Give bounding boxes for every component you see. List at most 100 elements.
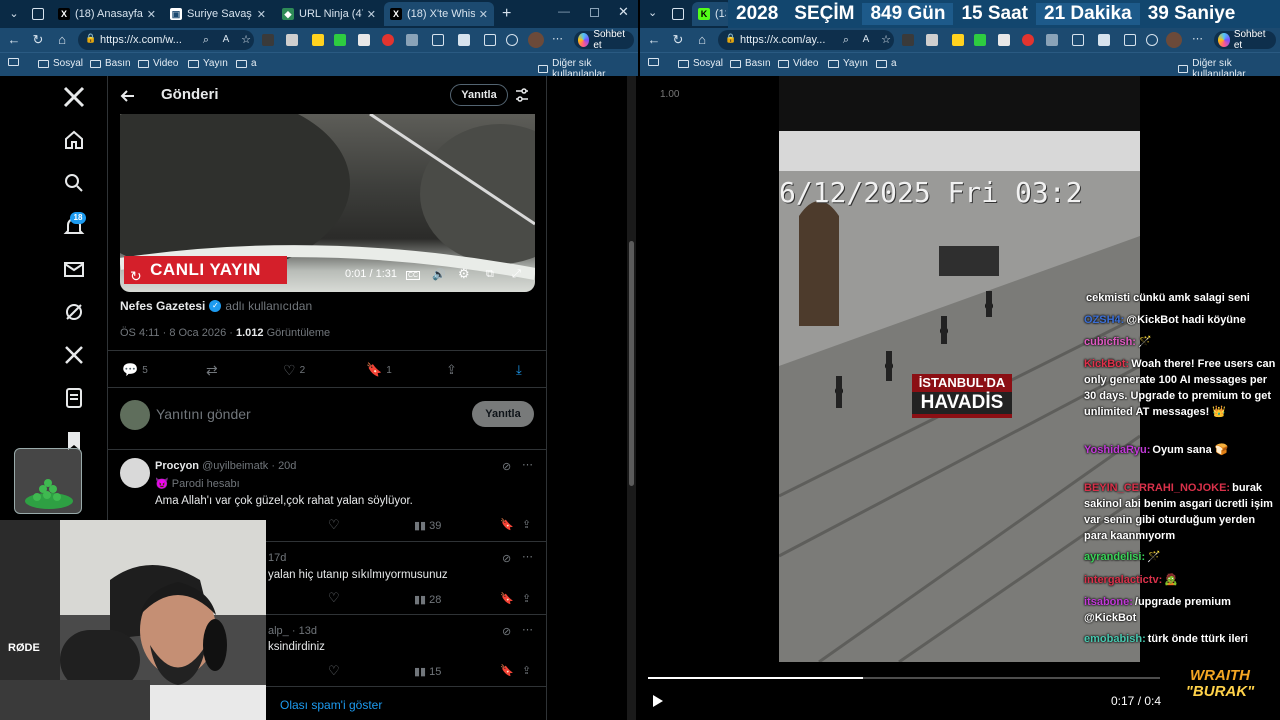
home-icon[interactable]	[62, 128, 88, 154]
retweet-action[interactable]: ⇄	[206, 362, 218, 379]
zoom-icon[interactable]: ⌕	[838, 32, 854, 48]
heart-icon[interactable]	[506, 34, 518, 46]
more-options-icon[interactable]: ⋯	[522, 458, 533, 471]
bookmark-video[interactable]: Video	[778, 58, 818, 69]
premium-x-icon[interactable]	[62, 343, 88, 369]
like-action[interactable]: ♡ 2	[283, 362, 305, 379]
bookmark-a[interactable]: a	[876, 58, 897, 69]
split-screen-icon[interactable]	[1072, 34, 1084, 46]
lists-icon[interactable]	[62, 386, 88, 412]
new-tab-icon[interactable]: +	[502, 5, 511, 23]
more-options-icon[interactable]: ⋯	[522, 623, 533, 636]
share-icon[interactable]: ⇪	[522, 664, 531, 677]
header-reply-button[interactable]: Yanıtla	[450, 84, 508, 106]
grok-icon[interactable]	[62, 300, 88, 326]
play-icon[interactable]	[652, 694, 664, 708]
extension-1-icon[interactable]	[902, 34, 914, 46]
chat-username[interactable]: itsabone:	[1084, 596, 1133, 608]
bookmarks-hub-icon[interactable]	[648, 58, 659, 66]
search-icon[interactable]	[62, 171, 88, 197]
extension-2-icon[interactable]	[286, 34, 298, 46]
x-logo-icon[interactable]	[62, 85, 88, 111]
workspaces-icon[interactable]	[672, 8, 684, 20]
mail-icon[interactable]	[62, 257, 88, 283]
bookmark-yayin[interactable]: Yayın	[188, 58, 228, 69]
close-tab-icon[interactable]: ✕	[367, 8, 376, 21]
tab-actions-icon[interactable]: ⌄	[6, 6, 22, 22]
source-name[interactable]: Nefes Gazetesi	[120, 299, 205, 313]
back-arrow-icon[interactable]: ←	[6, 32, 22, 48]
extensions-puzzle-icon[interactable]	[1046, 34, 1058, 46]
favorite-star-icon[interactable]: ☆	[238, 32, 254, 48]
bookmark-yayin[interactable]: Yayın	[828, 58, 868, 69]
bookmark-icon[interactable]: 🔖	[500, 664, 514, 677]
views-stat[interactable]: ▮▮ 15	[414, 665, 441, 678]
bookmark-video[interactable]: Video	[138, 58, 178, 69]
download-action[interactable]: ⤓	[516, 362, 522, 378]
chat-username[interactable]: intergalactictv:	[1084, 574, 1162, 586]
chat-username[interactable]: YoshidaRyu:	[1084, 444, 1150, 456]
collections-icon[interactable]	[484, 34, 496, 46]
tab-url-ninja[interactable]: ◆ URL Ninja (47) ✕	[276, 2, 382, 26]
views-stat[interactable]: ▮▮ 39	[414, 519, 441, 532]
share-icon[interactable]: ⇪	[522, 592, 531, 605]
page-scrollbar[interactable]	[627, 76, 636, 720]
close-tab-icon[interactable]: ✕	[147, 8, 156, 21]
grok-icon[interactable]: ⊘	[502, 460, 511, 473]
tab-actions-icon[interactable]: ⌄	[648, 6, 657, 19]
tab-suriye[interactable]: ▣ Suriye Savaş Harita ✕	[164, 2, 272, 26]
more-menu-icon[interactable]: ⋯	[1192, 34, 1204, 46]
extension-3-icon[interactable]	[312, 34, 324, 46]
collections-icon[interactable]	[1124, 34, 1136, 46]
chat-username[interactable]: cubicfish:	[1084, 336, 1136, 348]
profile-avatar[interactable]	[528, 32, 544, 48]
home-icon[interactable]: ⌂	[54, 32, 70, 48]
extension-4-icon[interactable]	[974, 34, 986, 46]
tab-anasayfa[interactable]: X (18) Anasayfa / X ✕	[52, 2, 162, 26]
bookmark-sosyal[interactable]: Sosyal	[38, 58, 83, 69]
extension-3-icon[interactable]	[952, 34, 964, 46]
reply-action[interactable]: 💬 5	[122, 362, 148, 378]
heart-icon[interactable]: ♡	[328, 663, 340, 679]
grok-icon[interactable]: ⊘	[502, 625, 511, 638]
captions-icon[interactable]: CC	[406, 271, 421, 280]
compose-input[interactable]: Yanıtını gönder	[156, 406, 251, 422]
share-icon[interactable]: ⇪	[522, 518, 531, 531]
tab-right-active[interactable]: K (13) D	[692, 2, 732, 26]
close-tab-icon[interactable]: ✕	[479, 8, 488, 21]
pip-icon[interactable]: ⧉	[486, 268, 494, 281]
close-window-icon[interactable]: ✕	[618, 4, 629, 20]
split-screen-icon[interactable]	[432, 34, 444, 46]
reply-author[interactable]: Procyon @uyilbeimatk · 20d	[155, 460, 296, 472]
bookmark-sosyal[interactable]: Sosyal	[678, 58, 723, 69]
scrollbar-thumb[interactable]	[629, 241, 634, 486]
chat-username[interactable]: BEYIN_CERRAHI_NOJOKE:	[1084, 482, 1230, 494]
bookmarks-hub-icon[interactable]	[8, 58, 19, 66]
heart-icon[interactable]: ♡	[328, 517, 340, 533]
chat-username[interactable]: KickBot:	[1084, 358, 1129, 370]
grok-icon[interactable]: ⊘	[502, 552, 511, 565]
profile-avatar[interactable]	[1166, 32, 1182, 48]
bookmark-basin[interactable]: Basın	[730, 58, 771, 69]
maximize-icon[interactable]	[590, 8, 599, 17]
settings-gear-icon[interactable]: ⚙	[458, 266, 470, 282]
read-aloud-icon[interactable]: A	[218, 32, 234, 48]
volume-icon[interactable]: 🔊	[432, 268, 446, 281]
favorites-icon[interactable]	[1098, 34, 1110, 46]
share-action[interactable]: ⇪	[446, 362, 457, 378]
bookmark-action[interactable]: 🔖 1	[366, 362, 392, 378]
bookmark-icon[interactable]: 🔖	[500, 518, 514, 531]
zoom-icon[interactable]: ⌕	[198, 32, 214, 48]
favorite-star-icon[interactable]: ☆	[878, 32, 894, 48]
minimize-icon[interactable]: —	[558, 4, 570, 18]
workspaces-icon[interactable]	[32, 8, 44, 20]
bookmark-a[interactable]: a	[236, 58, 257, 69]
extension-6-icon[interactable]	[1022, 34, 1034, 46]
extension-6-icon[interactable]	[382, 34, 394, 46]
compose-reply-button[interactable]: Yanıtla	[472, 401, 534, 427]
extension-1-icon[interactable]	[262, 34, 274, 46]
close-tab-icon[interactable]: ✕	[257, 8, 266, 21]
bookmark-icon[interactable]: 🔖	[500, 592, 514, 605]
reply-avatar[interactable]	[120, 458, 150, 488]
chat-username[interactable]: ayrandelisi:	[1084, 551, 1145, 563]
